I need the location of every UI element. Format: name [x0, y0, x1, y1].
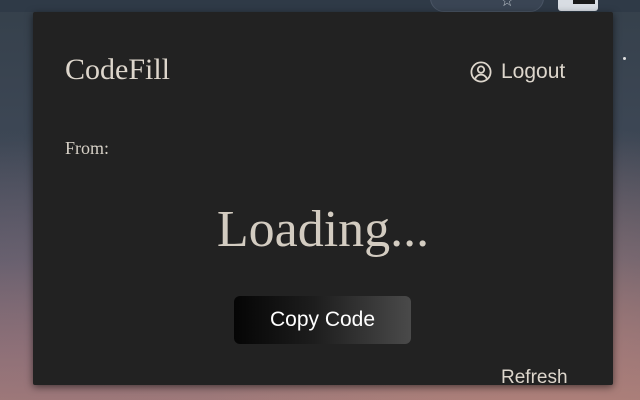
copy-code-button[interactable]: Copy Code [234, 296, 411, 344]
user-circle-icon [470, 61, 492, 83]
address-bar[interactable] [430, 0, 544, 12]
bookmark-star-icon[interactable]: ☆ [500, 0, 514, 10]
extension-icon [573, 0, 595, 4]
extension-popup: CodeFill Logout From: Loading... Copy Co… [33, 12, 613, 388]
logout-button[interactable]: Logout [470, 58, 565, 86]
logout-label: Logout [501, 60, 566, 83]
app-title: CodeFill [65, 53, 171, 86]
from-label: From: [65, 138, 110, 158]
background-dot [623, 57, 626, 60]
refresh-link[interactable]: Refresh [501, 367, 568, 389]
browser-toolbar [0, 0, 640, 12]
loading-status: Loading... [216, 201, 430, 258]
